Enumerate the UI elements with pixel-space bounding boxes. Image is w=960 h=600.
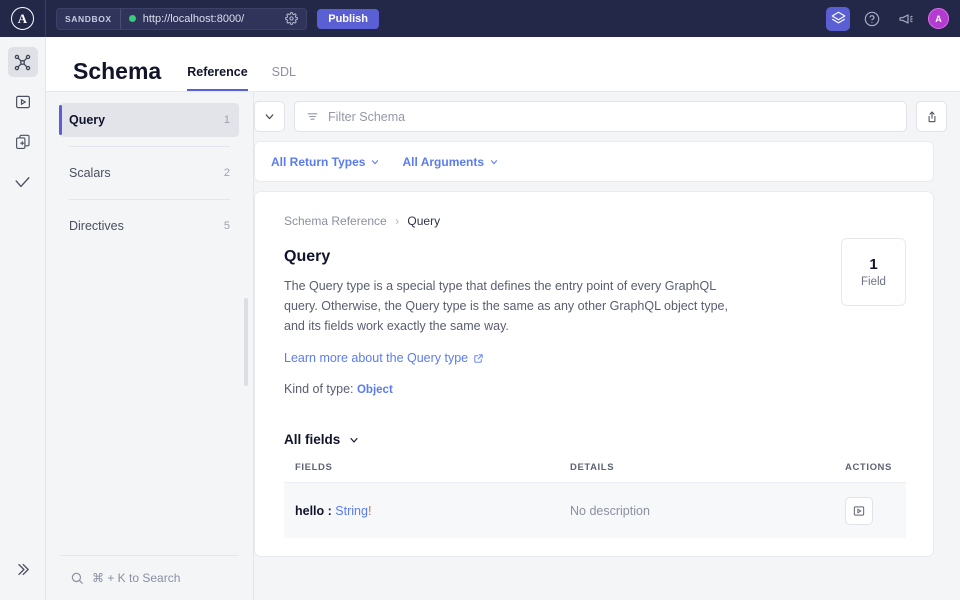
filter-pill-label: All Arguments — [402, 155, 484, 169]
sidebar-item-count: 5 — [224, 220, 230, 232]
column-header-details: DETAILS — [570, 462, 845, 473]
sidebar-search[interactable]: ⌘ + K to Search — [46, 556, 253, 600]
all-fields-label: All fields — [284, 432, 340, 447]
run-in-explorer-button[interactable] — [845, 497, 873, 525]
page-header: Schema Reference SDL — [46, 37, 960, 92]
filter-all-arguments[interactable]: All Arguments — [402, 155, 499, 169]
rail-item-checks[interactable] — [8, 167, 38, 197]
fields-table: FIELDS DETAILS ACTIONS hello : String! N… — [284, 462, 906, 538]
share-export-icon — [925, 110, 939, 124]
sidebar-search-hint: ⌘ + K to Search — [92, 571, 180, 585]
layers-icon[interactable] — [826, 7, 850, 31]
sidebar-item-label: Query — [69, 113, 105, 127]
filter-icon — [306, 110, 319, 123]
filter-schema-field[interactable] — [294, 101, 907, 132]
sidebar-item-directives[interactable]: Directives 5 — [60, 209, 239, 243]
chevron-down-icon — [348, 434, 360, 446]
table-row[interactable]: hello : String! No description — [284, 482, 906, 538]
sidebar-item-scalars[interactable]: Scalars 2 — [60, 156, 239, 190]
avatar[interactable]: A — [928, 8, 949, 29]
kind-of-type-label: Kind of type: — [284, 382, 354, 396]
checks-icon — [13, 173, 32, 192]
field-details: No description — [570, 504, 845, 518]
left-rail — [0, 37, 46, 600]
chevron-down-icon — [263, 110, 276, 123]
run-in-explorer-icon — [852, 504, 866, 518]
field-count-stat: 1 Field — [841, 238, 906, 306]
sidebar-item-count: 2 — [224, 167, 230, 179]
apollo-logo[interactable]: A — [0, 0, 46, 37]
type-detail-card: Schema Reference › Query Query The Query… — [254, 191, 934, 557]
tab-reference[interactable]: Reference — [187, 65, 247, 91]
search-input[interactable] — [328, 110, 895, 124]
learn-more-link[interactable]: Learn more about the Query type — [284, 351, 484, 365]
schema-sidebar: Query 1 Scalars 2 Directives 5 ⌘ + K to … — [46, 92, 254, 600]
explorer-play-icon — [14, 93, 32, 111]
filter-row — [254, 101, 947, 132]
kind-of-type: Kind of type: Object — [284, 382, 906, 396]
column-header-fields: FIELDS — [295, 462, 570, 473]
field-type[interactable]: String — [335, 504, 368, 518]
field-separator: : — [324, 504, 335, 518]
breadcrumb-separator: › — [395, 214, 399, 228]
filter-pill-label: All Return Types — [271, 155, 365, 169]
search-icon — [70, 571, 84, 585]
sidebar-divider — [69, 146, 230, 147]
sidebar-item-label: Scalars — [69, 166, 111, 180]
top-bar-actions: A — [826, 7, 960, 31]
field-actions — [845, 497, 895, 525]
rail-item-explorer[interactable] — [8, 87, 38, 117]
external-link-icon — [473, 353, 484, 364]
type-description: The Query type is a special type that de… — [284, 277, 736, 336]
connection-status-dot — [129, 15, 136, 22]
breadcrumb: Schema Reference › Query — [284, 214, 906, 228]
breadcrumb-current: Query — [407, 214, 440, 228]
collections-icon — [14, 133, 32, 151]
tab-sdl[interactable]: SDL — [272, 65, 296, 91]
sidebar-list: Query 1 Scalars 2 Directives 5 — [46, 92, 253, 243]
endpoint-url-text: http://localhost:8000/ — [143, 13, 245, 25]
kind-of-type-value: Object — [357, 384, 393, 396]
schema-graph-icon — [13, 53, 32, 72]
stat-label: Field — [861, 276, 886, 288]
header-tabs: Reference SDL — [187, 65, 296, 91]
learn-more-label: Learn more about the Query type — [284, 351, 468, 365]
chevron-double-right-icon — [14, 561, 31, 578]
rail-item-collections[interactable] — [8, 127, 38, 157]
all-fields-toggle[interactable]: All fields — [284, 432, 906, 447]
field-name: hello — [295, 504, 324, 518]
chevron-down-icon — [370, 157, 380, 167]
main-content: All Return Types All Arguments Schema Re… — [254, 92, 960, 600]
field-nonnull-marker: ! — [368, 504, 371, 518]
sidebar-scrollbar[interactable] — [244, 298, 248, 386]
filter-pill-bar: All Return Types All Arguments — [254, 141, 934, 182]
gear-icon[interactable] — [285, 12, 298, 25]
publish-button[interactable]: Publish — [317, 9, 379, 29]
type-name-heading: Query — [284, 248, 906, 266]
top-bar: A SANDBOX http://localhost:8000/ Publish — [0, 0, 960, 37]
chevron-down-icon — [489, 157, 499, 167]
sandbox-badge: SANDBOX — [57, 9, 121, 29]
sidebar-item-query[interactable]: Query 1 — [60, 103, 239, 137]
sidebar-item-count: 1 — [224, 114, 230, 126]
megaphone-icon[interactable] — [894, 7, 918, 31]
table-header-row: FIELDS DETAILS ACTIONS — [284, 462, 906, 482]
share-export-button[interactable] — [916, 101, 947, 132]
collapse-all-button[interactable] — [254, 101, 285, 132]
sidebar-divider — [69, 199, 230, 200]
rail-expand-button[interactable] — [8, 554, 38, 584]
sidebar-item-label: Directives — [69, 219, 124, 233]
rail-item-schema[interactable] — [8, 47, 38, 77]
column-header-actions: ACTIONS — [845, 462, 895, 473]
stat-number: 1 — [869, 256, 877, 273]
filter-all-return-types[interactable]: All Return Types — [271, 155, 380, 169]
breadcrumb-root[interactable]: Schema Reference — [284, 214, 387, 228]
help-circle-icon[interactable] — [860, 7, 884, 31]
apollo-logo-mark: A — [11, 7, 34, 30]
endpoint-url-bar[interactable]: SANDBOX http://localhost:8000/ — [56, 8, 307, 30]
page-title: Schema — [73, 58, 161, 85]
field-signature: hello : String! — [295, 504, 570, 518]
